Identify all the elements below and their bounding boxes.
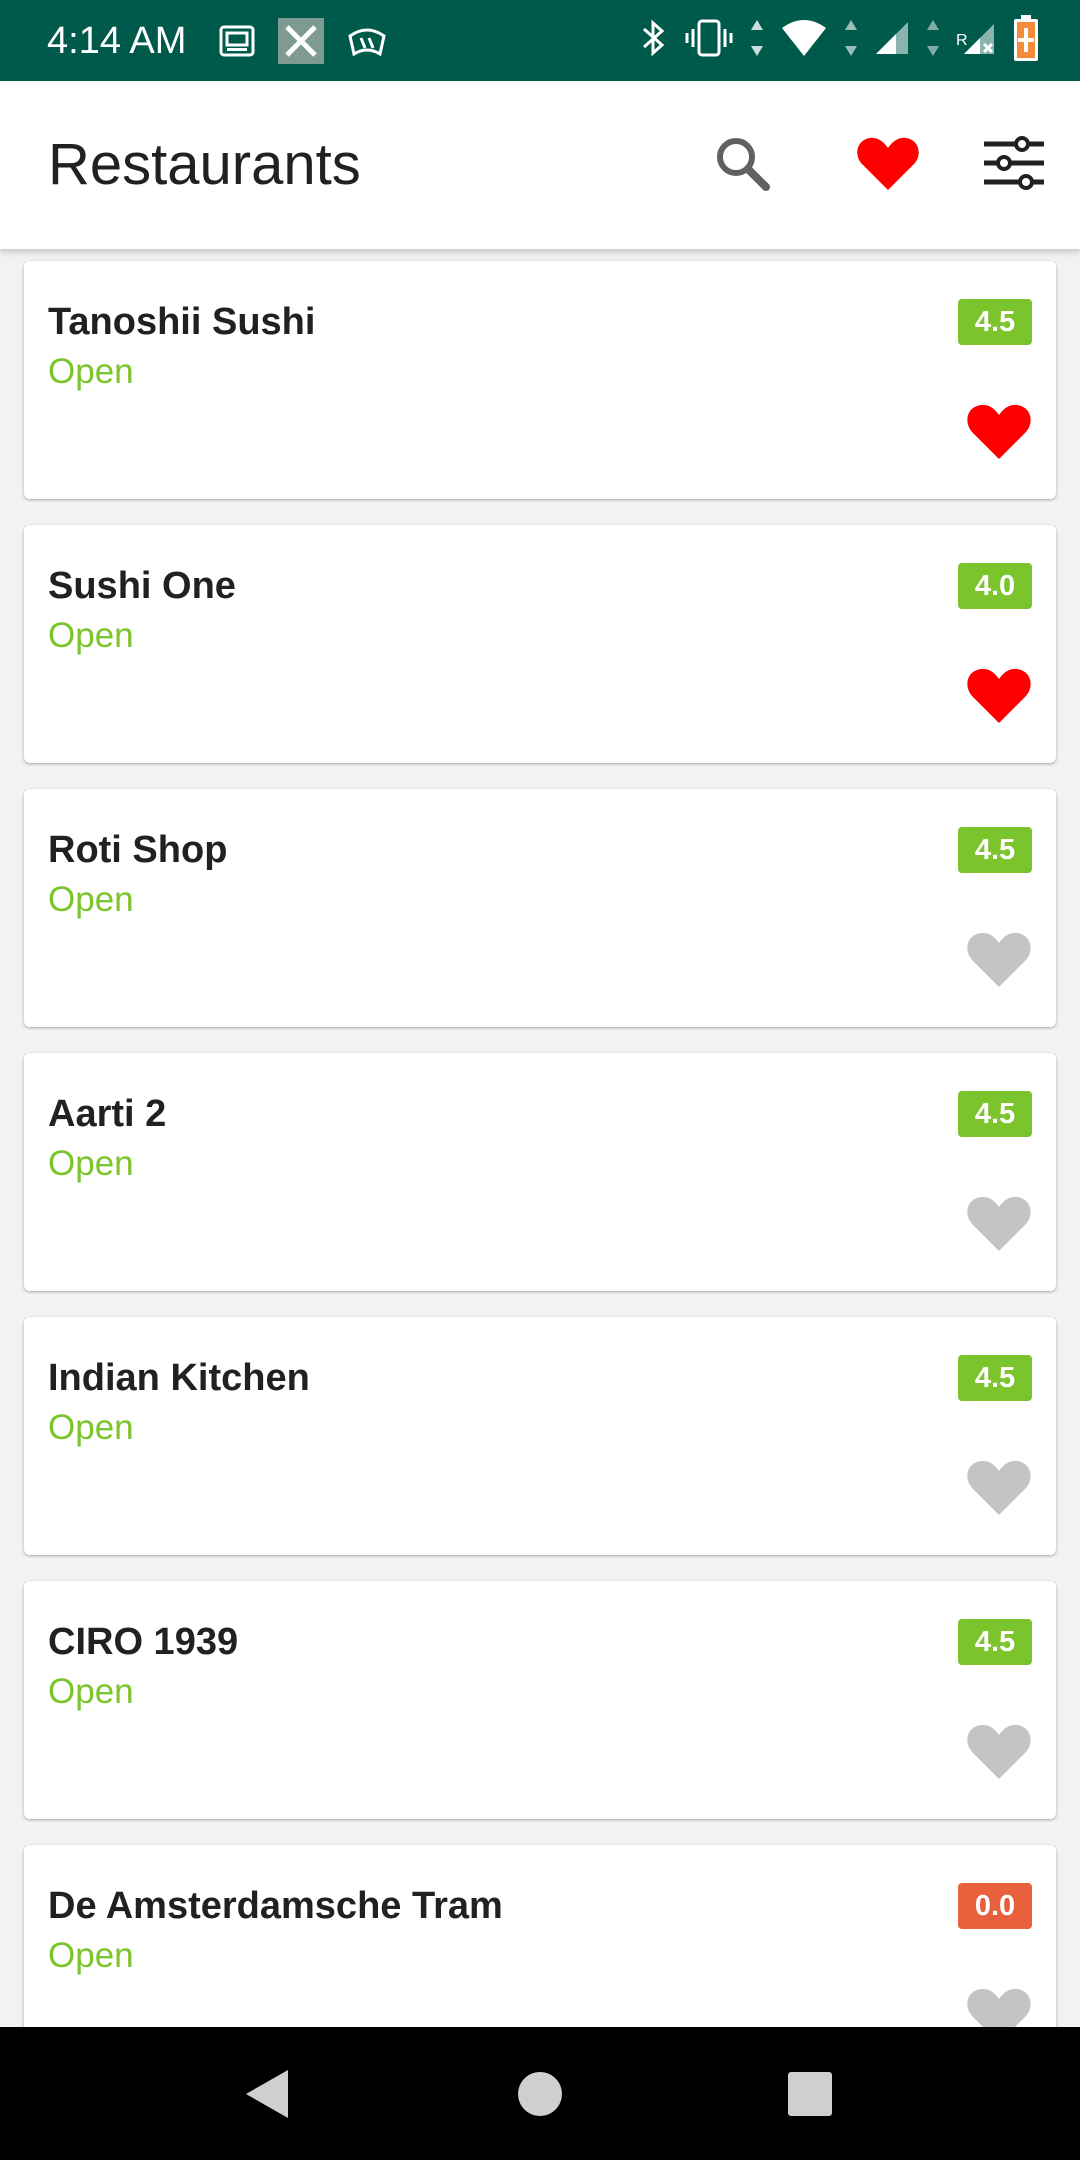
wifi-icon: [780, 18, 828, 58]
rating-badge: 4.5: [958, 1355, 1032, 1401]
search-button[interactable]: [700, 121, 784, 205]
status-bar: 4:14 AM R: [0, 0, 1080, 81]
filter-sliders-icon: [984, 136, 1044, 190]
restaurant-card[interactable]: Roti Shop Open 4.5: [24, 789, 1056, 1027]
rating-badge: 0.0: [958, 1883, 1032, 1929]
home-circle-icon: [518, 2072, 562, 2116]
restaurant-card[interactable]: Aarti 2 Open 4.5: [24, 1053, 1056, 1291]
favorite-heart-outline-icon[interactable]: [966, 927, 1032, 989]
restaurant-status: Open: [48, 880, 134, 919]
favorites-filter-button[interactable]: [846, 121, 930, 205]
favorite-heart-outline-icon[interactable]: [966, 1455, 1032, 1517]
restaurant-card[interactable]: De Amsterdamsche Tram Open 0.0: [24, 1845, 1056, 2027]
search-icon: [717, 138, 770, 191]
data-arrows-icon-2: [844, 18, 858, 58]
status-notification-icons: [218, 18, 388, 64]
restaurant-card[interactable]: Indian Kitchen Open 4.5: [24, 1317, 1056, 1555]
roaming-label: R: [956, 32, 968, 49]
favorite-heart-outline-icon[interactable]: [966, 1191, 1032, 1253]
restaurant-status: Open: [48, 1936, 134, 1975]
restaurant-list[interactable]: Tanoshii Sushi Open 4.5 Sushi One Open 4.0 Rot…: [0, 249, 1080, 2027]
restaurant-name: Roti Shop: [48, 829, 228, 871]
app-bar: Restaurants: [0, 81, 1080, 249]
recents-button[interactable]: [773, 2057, 847, 2131]
data-arrows-icon: [750, 18, 764, 58]
photo-notification-icon: [218, 22, 256, 60]
restaurant-name: Tanoshii Sushi: [48, 301, 316, 343]
vibrate-icon: [684, 17, 734, 59]
favorite-heart-filled-icon[interactable]: [966, 399, 1032, 461]
restaurant-status: Open: [48, 616, 134, 655]
restaurant-name: De Amsterdamsche Tram: [48, 1885, 503, 1927]
rating-badge: 4.5: [958, 827, 1032, 873]
restaurant-status: Open: [48, 1408, 134, 1447]
cell-signal-roaming-icon: R: [956, 20, 996, 56]
page-title: Restaurants: [48, 132, 361, 197]
restaurant-status: Open: [48, 1672, 134, 1711]
favorite-heart-outline-icon[interactable]: [966, 1719, 1032, 1781]
restaurant-card[interactable]: Sushi One Open 4.0: [24, 525, 1056, 763]
restaurant-name: Sushi One: [48, 565, 236, 607]
favorite-heart-filled-icon[interactable]: [966, 663, 1032, 725]
restaurant-name: CIRO 1939: [48, 1621, 239, 1663]
restaurant-name: Aarti 2: [48, 1093, 167, 1135]
back-triangle-icon: [246, 2070, 288, 2118]
recents-square-icon: [788, 2072, 832, 2116]
signal-app-icon: [346, 24, 388, 58]
rating-badge: 4.5: [958, 299, 1032, 345]
rating-badge: 4.0: [958, 563, 1032, 609]
rating-badge: 4.5: [958, 1619, 1032, 1665]
x-notification-icon: [278, 18, 324, 64]
navigation-bar: [0, 2027, 1080, 2160]
bluetooth-icon: [638, 17, 668, 59]
cell-signal-icon: [874, 20, 910, 56]
restaurant-card[interactable]: CIRO 1939 Open 4.5: [24, 1581, 1056, 1819]
data-arrows-icon-3: [926, 18, 940, 58]
system-status-icons: R: [638, 14, 1040, 62]
rating-badge: 4.5: [958, 1091, 1032, 1137]
status-time: 4:14 AM: [47, 20, 187, 62]
restaurant-status: Open: [48, 1144, 134, 1183]
back-button[interactable]: [230, 2057, 304, 2131]
restaurant-status: Open: [48, 352, 134, 391]
restaurant-card[interactable]: Tanoshii Sushi Open 4.5: [24, 261, 1056, 499]
screen: 4:14 AM R Restaurants Tanoshii Sushi Ope…: [0, 0, 1080, 2160]
home-button[interactable]: [503, 2057, 577, 2131]
restaurant-name: Indian Kitchen: [48, 1357, 310, 1399]
battery-charging-icon: [1012, 14, 1040, 62]
favorite-heart-outline-icon[interactable]: [966, 1983, 1032, 2027]
favorites-heart-icon: [857, 137, 919, 190]
filter-button[interactable]: [972, 121, 1056, 205]
